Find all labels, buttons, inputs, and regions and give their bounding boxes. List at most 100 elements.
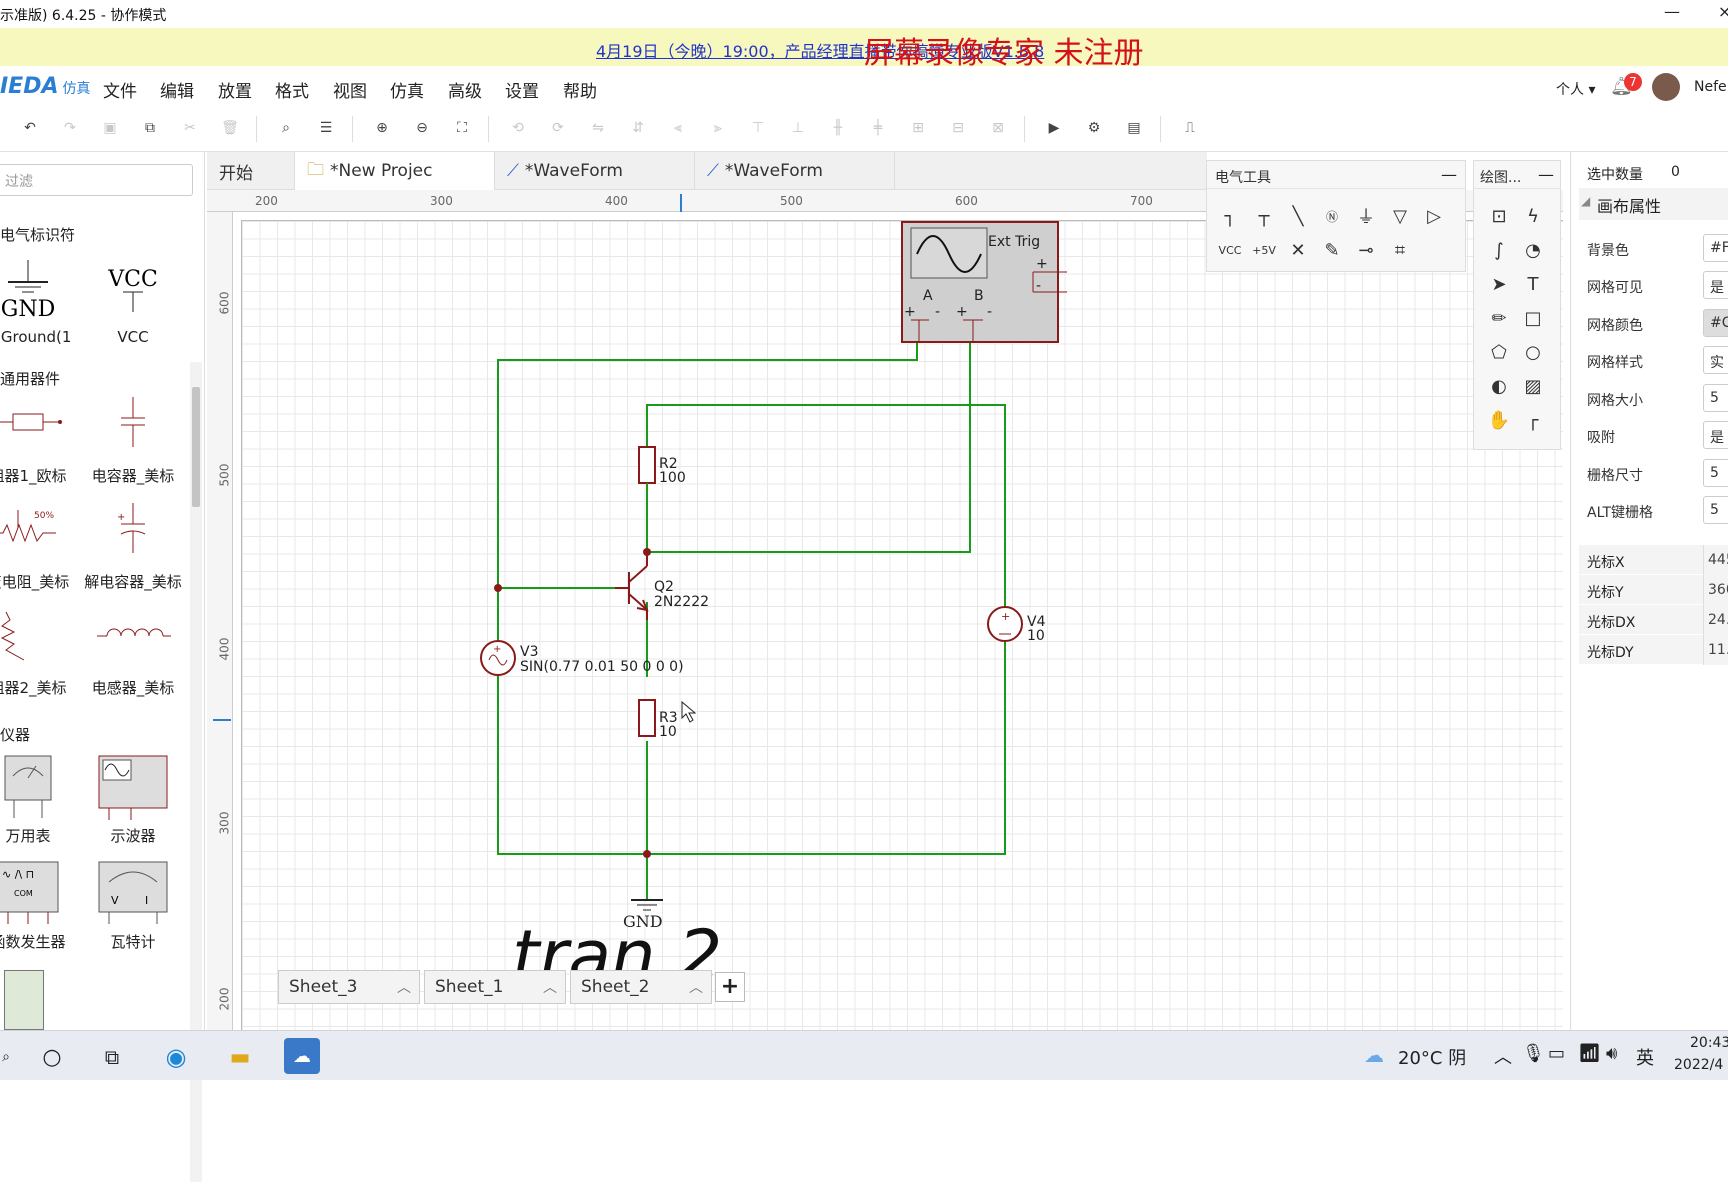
prop-value-field[interactable]: 是 <box>1703 421 1728 449</box>
section-header[interactable]: ◢ 画布属性 <box>1579 188 1728 220</box>
easyeda-taskbar-icon[interactable]: ☁ <box>284 1038 320 1074</box>
zoom-in-icon[interactable]: ⊕ <box>368 114 396 142</box>
menu-settings[interactable]: 设置 <box>505 77 539 102</box>
sheet-tab-3[interactable]: Sheet_3 ︿ <box>278 970 420 1004</box>
lib-item-variable-resistor[interactable]: 50% 变电阻_美标 <box>0 498 78 598</box>
corner-icon[interactable]: ┌ <box>1518 405 1548 435</box>
lib-item-inductor[interactable]: 电感器_美标 <box>83 604 183 704</box>
sheet-tab-1[interactable]: Sheet_1 ︿ <box>424 970 566 1004</box>
netport-icon[interactable]: ▷ <box>1419 201 1449 231</box>
align-left-icon[interactable]: ⫷ <box>664 114 692 142</box>
chevron-up-icon[interactable]: ︿ <box>543 977 557 997</box>
prop-value-field[interactable]: 5 <box>1703 496 1728 524</box>
rotate-right-icon[interactable]: ⟳ <box>544 114 572 142</box>
wifi-icon[interactable]: 📶︎ <box>1578 1043 1601 1064</box>
align-top-icon[interactable]: ⊤ <box>744 114 772 142</box>
menu-file[interactable]: 文件 <box>103 77 137 102</box>
ground-icon[interactable]: ⏚ <box>1351 201 1381 231</box>
vcc-icon[interactable]: VCC <box>1215 235 1245 265</box>
pencil-icon[interactable]: ✏ <box>1484 303 1514 333</box>
line-icon[interactable]: ╲ <box>1283 201 1313 231</box>
rectangle-icon[interactable]: □ <box>1518 303 1548 333</box>
category-symbols[interactable]: 电气标识符 <box>0 224 75 245</box>
arrow-icon[interactable]: ➤ <box>1484 269 1514 299</box>
area-icon[interactable]: ⌗ <box>1385 235 1415 265</box>
schematic-canvas[interactable]: 200 300 400 500 600 700 600 500 400 300 … <box>207 190 1563 1030</box>
polyline-icon[interactable]: ϟ <box>1518 201 1548 231</box>
close-button[interactable]: × <box>1718 2 1728 21</box>
rotate-left-icon[interactable]: ⟲ <box>504 114 532 142</box>
lib-item-resistor-eu[interactable]: 阻器1_欧标 <box>0 392 78 492</box>
align-bottom-icon[interactable]: ⊥ <box>784 114 812 142</box>
pie-icon[interactable]: ◐ <box>1484 371 1514 401</box>
menu-edit[interactable]: 编辑 <box>160 77 194 102</box>
wire-icon[interactable]: ┐ <box>1215 201 1245 231</box>
filter-input[interactable]: 过滤 <box>0 164 193 196</box>
edge-icon[interactable]: ◉ <box>160 1041 192 1073</box>
q2-ref[interactable]: Q2 <box>654 579 674 595</box>
lib-item-capacitor[interactable]: 电容器_美标 <box>83 392 183 492</box>
cut-icon[interactable]: ✂ <box>176 114 204 142</box>
gear-icon[interactable]: ⚙ <box>1080 114 1108 142</box>
minimize-panel-button[interactable]: — <box>1441 165 1457 184</box>
tab-waveform-2[interactable]: ⟋ *WaveForm <box>695 152 895 190</box>
user-mode-select[interactable]: 个人 ▾ <box>1556 79 1595 99</box>
probe-icon[interactable]: ✎ <box>1317 235 1347 265</box>
arc-icon[interactable]: ◔ <box>1518 235 1548 265</box>
delete-icon[interactable]: 🗑︎ <box>216 114 244 142</box>
pin-icon[interactable]: ⊸ <box>1351 235 1381 265</box>
file-explorer-icon[interactable]: ▬ <box>224 1041 256 1073</box>
menu-advanced[interactable]: 高级 <box>448 77 482 102</box>
bezier-icon[interactable]: ∫ <box>1484 235 1514 265</box>
align-center-v-icon[interactable]: ╪ <box>864 114 892 142</box>
battery-icon[interactable]: ▭ <box>1548 1043 1565 1064</box>
find-replace-icon[interactable]: ☰ <box>312 114 340 142</box>
prop-value-field[interactable]: 实 <box>1703 346 1728 374</box>
align-center-h-icon[interactable]: ╫ <box>824 114 852 142</box>
menu-view[interactable]: 视图 <box>333 77 367 102</box>
menu-simulation[interactable]: 仿真 <box>390 77 424 102</box>
r3-value[interactable]: 10 <box>659 724 677 740</box>
menu-place[interactable]: 放置 <box>218 77 252 102</box>
lib-item-function-generator[interactable]: ∿ /\ ⊓ COM 函数发生器 <box>0 858 78 958</box>
lib-item-oscilloscope[interactable]: 示波器 <box>83 752 183 852</box>
undo-icon[interactable]: ↶ <box>16 114 44 142</box>
weather-text[interactable]: 20°C 阴 <box>1398 1044 1466 1070</box>
ime-indicator[interactable]: 英 <box>1636 1044 1654 1070</box>
no-connect-icon[interactable]: ✕ <box>1283 235 1313 265</box>
align-right-icon[interactable]: ⫸ <box>704 114 732 142</box>
v3-ref[interactable]: V3 <box>520 644 538 660</box>
username[interactable]: Nefe <box>1694 79 1727 95</box>
copy-format-icon[interactable]: ▣ <box>96 114 124 142</box>
image-icon[interactable]: ▨ <box>1518 371 1548 401</box>
lib-item-partial[interactable] <box>4 970 44 1030</box>
polygon-icon[interactable]: ⬠ <box>1484 337 1514 367</box>
hand-icon[interactable]: ✋ <box>1484 405 1514 435</box>
minimize-button[interactable]: — <box>1664 2 1680 21</box>
scrollbar-thumb[interactable] <box>192 387 200 507</box>
distribute-v-icon[interactable]: ⊟ <box>944 114 972 142</box>
lib-item-wattmeter[interactable]: VI 瓦特计 <box>83 858 183 958</box>
chevron-up-icon[interactable]: ︿ <box>397 977 411 997</box>
minimize-panel-button[interactable]: — <box>1538 165 1554 184</box>
waveform-icon[interactable]: ⎍ <box>1176 114 1204 142</box>
avatar[interactable] <box>1652 73 1680 101</box>
microphone-icon[interactable]: 🎙︎ <box>1522 1043 1545 1064</box>
circle-icon[interactable]: ○ <box>1518 337 1548 367</box>
bus-icon[interactable]: ┬ <box>1249 201 1279 231</box>
r2-value[interactable]: 100 <box>659 470 686 486</box>
lib-item-electrolytic[interactable]: + 解电容器_美标 <box>83 498 183 598</box>
prop-value-field[interactable]: 5 <box>1703 384 1728 412</box>
netlist-icon[interactable]: ▤ <box>1120 114 1148 142</box>
tab-start[interactable]: 开始 <box>207 152 295 190</box>
menu-help[interactable]: 帮助 <box>563 77 597 102</box>
task-view-icon[interactable]: ⧉ <box>96 1041 128 1073</box>
frame-icon[interactable]: ⊡ <box>1484 201 1514 231</box>
chevron-up-icon[interactable]: ︿ <box>689 977 703 997</box>
search-icon[interactable]: ⌕ <box>272 114 300 142</box>
prop-value-field[interactable]: #C <box>1703 309 1728 337</box>
category-instruments[interactable]: 仪器 <box>0 724 30 745</box>
lib-item-vcc[interactable]: VCC VCC <box>83 252 183 352</box>
lib-item-resistor-us[interactable]: 阻器2_美标 <box>0 604 78 704</box>
lib-item-multimeter[interactable]: 万用表 <box>0 752 78 852</box>
